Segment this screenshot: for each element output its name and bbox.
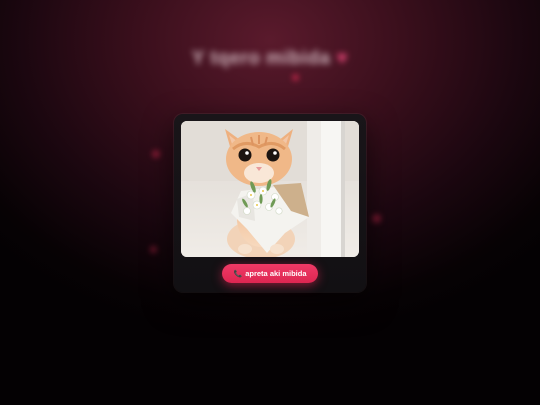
page-background: Y tqero mibida ♥ 📞 apreta aki mibida: [0, 0, 540, 405]
sparkle-decoration: [152, 150, 160, 158]
heart-icon: ♥: [336, 48, 349, 69]
sparkle-decoration: [292, 74, 299, 81]
background-title: Y tqero mibida ♥: [0, 48, 540, 70]
background-title-text: Y tqero mibida: [191, 48, 331, 69]
popup-card: 📞 apreta aki mibida: [174, 114, 366, 292]
kitten-bouquet-image: [181, 121, 359, 257]
sparkle-decoration: [372, 214, 381, 223]
sparkle-decoration: [150, 246, 157, 253]
call-button[interactable]: 📞 apreta aki mibida: [222, 264, 318, 283]
phone-icon: 📞: [233, 270, 243, 278]
call-button-label: apreta aki mibida: [245, 269, 307, 278]
